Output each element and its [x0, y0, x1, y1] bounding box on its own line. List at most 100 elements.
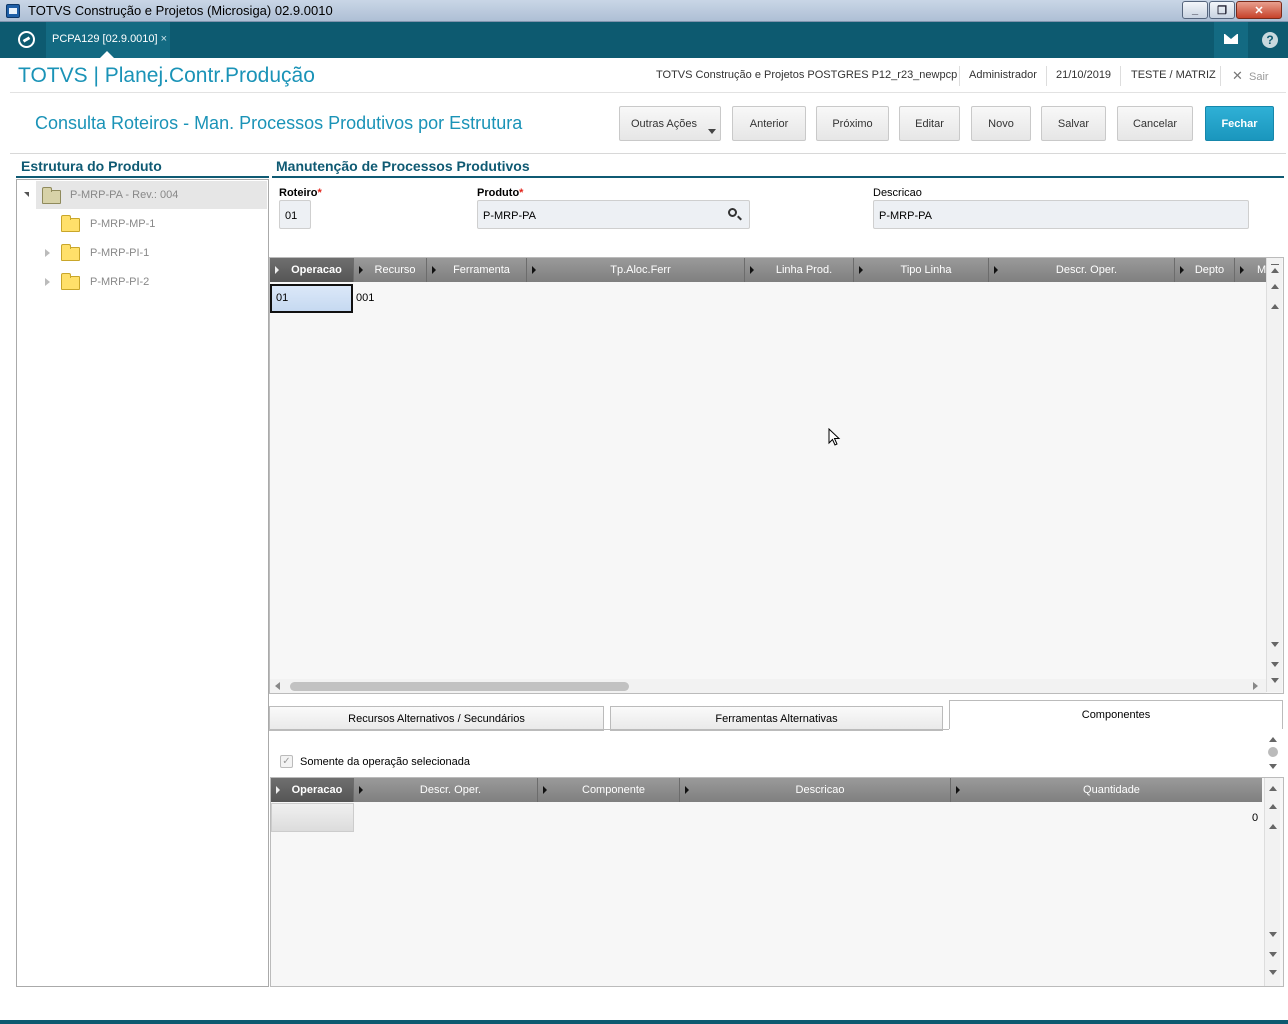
scroll-up-icon[interactable] [1269, 737, 1277, 742]
tab-componentes[interactable]: Componentes [949, 700, 1283, 729]
cell-recurso[interactable]: 001 [356, 292, 374, 304]
form-title: Manutenção de Processos Produtivos [276, 158, 530, 174]
operations-vertical-scrollbar[interactable] [1266, 258, 1282, 692]
salvar-button[interactable]: Salvar [1041, 106, 1106, 141]
chevron-down-icon [708, 129, 716, 134]
totvs-logo-icon[interactable] [18, 31, 35, 48]
col-recurso[interactable]: Recurso [354, 258, 427, 282]
scroll-page-up-icon[interactable] [1271, 284, 1279, 289]
col-descr-oper[interactable]: Descr. Oper. [989, 258, 1175, 282]
scroll-bottom-icon[interactable] [1271, 678, 1279, 683]
col-descricao[interactable]: Descricao [680, 778, 951, 802]
mail-button[interactable] [1214, 22, 1248, 58]
components-grid-header: Operacao Descr. Oper. Componente Descric… [271, 778, 1262, 802]
required-mark: * [317, 187, 322, 199]
col-descr-oper[interactable]: Descr. Oper. [354, 778, 538, 802]
scroll-top-icon[interactable] [1269, 786, 1277, 791]
scroll-down-icon[interactable] [1269, 764, 1277, 769]
col-operacao[interactable]: Operacao [271, 778, 354, 802]
col-m-label: M [1257, 264, 1266, 276]
divider [1220, 66, 1221, 86]
col-operacao[interactable]: Operacao [270, 258, 354, 282]
col-tp-aloc-ferr-label: Tp.Aloc.Ferr [610, 264, 671, 276]
outras-acoes-button[interactable]: Outras Ações [619, 106, 721, 141]
structure-title: Estrutura do Produto [21, 158, 162, 174]
tab-ferramentas-alternativas[interactable]: Ferramentas Alternativas [610, 706, 943, 731]
roteiro-field[interactable]: 01 [279, 200, 311, 229]
column-marker-icon [750, 266, 754, 274]
folder-open-icon [42, 187, 61, 204]
minimize-button[interactable]: _ [1182, 1, 1208, 19]
scroll-up-icon[interactable] [1271, 304, 1279, 309]
help-icon[interactable]: ? [1262, 32, 1278, 48]
components-vertical-scrollbar[interactable] [1264, 778, 1280, 986]
novo-button[interactable]: Novo [971, 106, 1031, 141]
col-m[interactable]: M [1235, 258, 1266, 282]
column-marker-icon [994, 266, 998, 274]
module-tabbar: PCPA129 [02.9.0010] × ? [0, 22, 1288, 58]
exit-button[interactable]: ✕ Sair [1232, 68, 1269, 84]
scroll-top-bar [1271, 264, 1279, 265]
col-descricao-label: Descricao [795, 784, 845, 796]
col-depto[interactable]: Depto [1175, 258, 1235, 282]
column-marker-icon [1180, 266, 1184, 274]
column-marker-icon [275, 266, 279, 274]
mouse-cursor-icon [828, 428, 841, 446]
scroll-right-icon[interactable] [1253, 682, 1258, 690]
anterior-button[interactable]: Anterior [732, 106, 806, 141]
tree-node-label[interactable]: P-MRP-MP-1 [90, 218, 155, 230]
col-linha-prod-label: Linha Prod. [775, 264, 833, 276]
col-componente[interactable]: Componente [538, 778, 680, 802]
scroll-up-icon[interactable] [1269, 824, 1277, 829]
collapsed-triangle-icon[interactable] [45, 278, 50, 286]
selected-cell-operacao[interactable]: 01 [270, 284, 353, 313]
scroll-page-down-icon[interactable] [1269, 952, 1277, 957]
tab-recursos-alternativos[interactable]: Recursos Alternativos / Secundários [269, 706, 604, 731]
collapsed-triangle-icon[interactable] [45, 249, 50, 257]
col-quantidade[interactable]: Quantidade [951, 778, 1262, 802]
empty-operacao-cell[interactable] [271, 803, 354, 832]
search-icon[interactable] [728, 208, 737, 217]
scroll-bottom-icon[interactable] [1269, 970, 1277, 975]
tab-close-icon[interactable]: × [161, 33, 167, 45]
scroll-thumb[interactable] [1268, 747, 1278, 757]
horizontal-scroll-thumb[interactable] [290, 682, 629, 691]
product-structure-tree [16, 179, 269, 987]
operations-grid-header: Operacao Recurso Ferramenta Tp.Aloc.Ferr… [270, 258, 1266, 282]
col-tipo-linha[interactable]: Tipo Linha [854, 258, 989, 282]
fechar-button[interactable]: Fechar [1205, 106, 1274, 141]
col-linha-prod[interactable]: Linha Prod. [745, 258, 854, 282]
descricao-field[interactable]: P-MRP-PA [873, 200, 1249, 229]
divider [959, 66, 960, 86]
tree-node-label[interactable]: P-MRP-PI-2 [90, 276, 149, 288]
cancelar-button[interactable]: Cancelar [1117, 106, 1193, 141]
produto-field[interactable]: P-MRP-PA [477, 200, 750, 229]
editar-button[interactable]: Editar [899, 106, 960, 141]
scroll-page-up-icon[interactable] [1269, 804, 1277, 809]
app-window-icon [6, 4, 20, 18]
somente-checkbox[interactable]: ✓ [280, 755, 293, 768]
components-grid [270, 777, 1284, 987]
col-depto-label: Depto [1194, 264, 1225, 276]
col-tp-aloc-ferr[interactable]: Tp.Aloc.Ferr [527, 258, 745, 282]
scroll-down-icon[interactable] [1271, 642, 1279, 647]
restore-button[interactable]: ❐ [1209, 1, 1235, 19]
scroll-left-icon[interactable] [275, 682, 280, 690]
column-marker-icon [276, 786, 280, 794]
scroll-page-down-icon[interactable] [1271, 662, 1279, 667]
close-window-button[interactable]: ✕ [1236, 1, 1282, 19]
operations-horizontal-scrollbar[interactable] [270, 679, 1266, 693]
tab-label: PCPA129 [02.9.0010] [52, 33, 158, 45]
produto-label-text: Produto [477, 187, 520, 199]
scroll-top-icon[interactable] [1271, 268, 1279, 273]
expanded-triangle-icon[interactable] [24, 192, 29, 197]
proximo-button[interactable]: Próximo [816, 106, 889, 141]
window-title: TOTVS Construção e Projetos (Microsiga) … [28, 3, 333, 18]
column-marker-icon [543, 786, 547, 794]
options-vertical-scrollbar[interactable] [1266, 733, 1282, 775]
page-title: Consulta Roteiros - Man. Processos Produ… [35, 113, 523, 133]
col-ferramenta[interactable]: Ferramenta [427, 258, 527, 282]
scroll-down-icon[interactable] [1269, 932, 1277, 937]
cell-quantidade[interactable]: 0 [1252, 812, 1258, 824]
tree-node-label[interactable]: P-MRP-PI-1 [90, 247, 149, 259]
